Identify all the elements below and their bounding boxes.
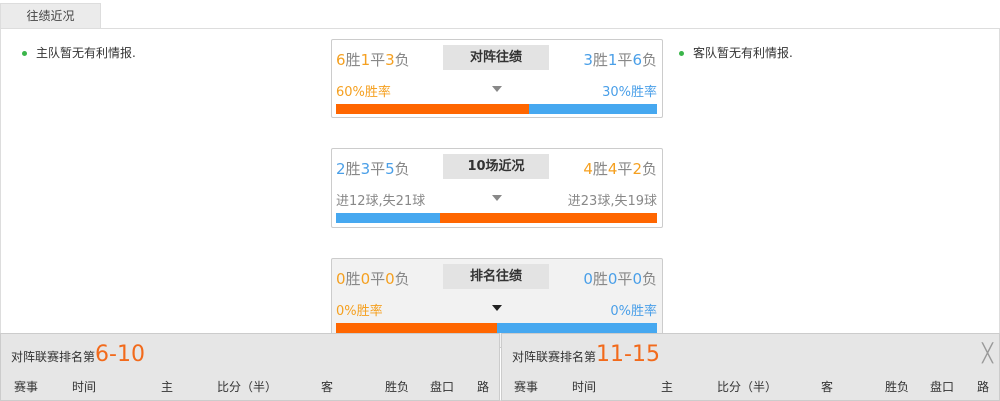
rank-away-record: 0胜0平0负 bbox=[583, 270, 657, 288]
rank-home-record: 0胜0平0负 bbox=[336, 270, 410, 288]
h2h-home-rate: 60%胜率 bbox=[336, 85, 391, 100]
col-home: 主 bbox=[661, 380, 674, 394]
bar-away bbox=[440, 213, 657, 223]
rank-panel-left: 对阵联赛排名第6-10 赛事 时间 主 比分（半） 客 胜负 盘口 路 bbox=[0, 333, 500, 401]
h2h-bar bbox=[336, 104, 657, 114]
col-road: 路 bbox=[977, 380, 990, 394]
bar-home bbox=[336, 104, 529, 114]
panel-title: 对阵联赛排名第6-10 bbox=[11, 342, 145, 367]
h2h-home-record: 6胜1平3负 bbox=[336, 51, 410, 69]
collapse-arrow-icon[interactable] bbox=[492, 305, 502, 311]
rank-panel-right: 对阵联赛排名第11-15 ╳ 赛事 时间 主 比分（半） 客 胜负 盘口 路 bbox=[501, 333, 1000, 401]
home-note: 主队暂无有利情报. bbox=[22, 44, 136, 61]
recent-home-goals: 进12球,失21球 bbox=[336, 194, 426, 209]
rank-home-rate: 0%胜率 bbox=[336, 304, 383, 319]
rank-title[interactable]: 排名往绩 bbox=[443, 264, 549, 289]
bar-away bbox=[496, 323, 657, 333]
tab-recent-record[interactable]: 往绩近况 bbox=[0, 3, 101, 28]
col-handicap: 盘口 bbox=[430, 380, 455, 394]
rank-away-rate: 0%胜率 bbox=[610, 304, 657, 319]
home-note-text: 主队暂无有利情报. bbox=[36, 46, 136, 60]
recent-box: 2胜3平5负 10场近况 4胜4平2负 进12球,失21球 进23球,失19球 bbox=[331, 148, 663, 228]
col-road: 路 bbox=[477, 380, 490, 394]
h2h-box: 6胜1平3负 对阵往绩 3胜1平6负 60%胜率 30%胜率 bbox=[331, 39, 663, 118]
h2h-title[interactable]: 对阵往绩 bbox=[443, 45, 549, 70]
recent-away-record: 4胜4平2负 bbox=[583, 160, 657, 178]
bar-home bbox=[336, 323, 497, 333]
h2h-away-record: 3胜1平6负 bbox=[583, 51, 657, 69]
col-result: 胜负 bbox=[885, 380, 910, 394]
recent-title[interactable]: 10场近况 bbox=[443, 154, 549, 179]
bar-away bbox=[528, 104, 657, 114]
expand-arrow-icon[interactable] bbox=[492, 195, 502, 201]
bullet-icon bbox=[679, 51, 684, 56]
rank-bar bbox=[336, 323, 657, 333]
col-league: 赛事 bbox=[14, 380, 39, 394]
col-result: 胜负 bbox=[385, 380, 410, 394]
col-handicap: 盘口 bbox=[930, 380, 955, 394]
col-score: 比分（半） bbox=[217, 380, 278, 394]
expand-arrow-icon[interactable] bbox=[492, 86, 502, 92]
bar-home bbox=[336, 213, 441, 223]
col-time: 时间 bbox=[72, 380, 97, 394]
away-note: 客队暂无有利情报. bbox=[679, 44, 793, 61]
col-away: 客 bbox=[321, 380, 334, 394]
recent-bar bbox=[336, 213, 657, 223]
col-score: 比分（半） bbox=[717, 380, 778, 394]
col-league: 赛事 bbox=[514, 380, 539, 394]
away-note-text: 客队暂无有利情报. bbox=[693, 46, 793, 60]
bullet-icon bbox=[22, 51, 27, 56]
panel-title: 对阵联赛排名第11-15 bbox=[512, 342, 660, 367]
recent-home-record: 2胜3平5负 bbox=[336, 160, 410, 178]
col-away: 客 bbox=[821, 380, 834, 394]
col-home: 主 bbox=[161, 380, 174, 394]
col-time: 时间 bbox=[572, 380, 597, 394]
recent-away-goals: 进23球,失19球 bbox=[567, 194, 657, 209]
h2h-away-rate: 30%胜率 bbox=[602, 85, 657, 100]
close-icon[interactable]: ╳ bbox=[982, 343, 993, 364]
